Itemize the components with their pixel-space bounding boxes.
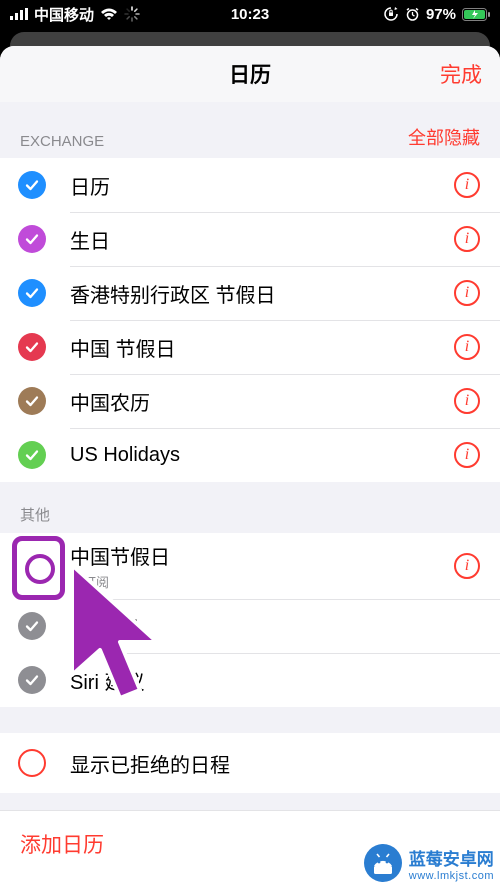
calendar-label: Siri 建议 [70, 666, 500, 695]
status-time: 10:23 [231, 6, 269, 23]
screen: 中国移动 10:23 [0, 0, 500, 889]
checkmark-icon[interactable] [18, 171, 46, 199]
calendar-row[interactable]: 中国节假日 已订阅 i [0, 533, 500, 599]
rotation-lock-icon [383, 6, 399, 22]
signal-icon [10, 8, 28, 20]
sheet-content: EXCHANGE 全部隐藏 日历 i 生日 i 香港特别行政区 节假日 i [0, 102, 500, 810]
section-header-exchange: EXCHANGE 全部隐藏 [0, 102, 500, 158]
add-calendar-button[interactable]: 添加日历 [20, 834, 104, 857]
info-icon[interactable]: i [454, 280, 480, 306]
calendars-sheet: 日历 完成 EXCHANGE 全部隐藏 日历 i 生日 i [0, 46, 500, 889]
info-icon[interactable]: i [454, 334, 480, 360]
info-icon[interactable]: i [454, 388, 480, 414]
wifi-icon [100, 8, 118, 21]
calendar-row[interactable]: 香港特别行政区 节假日 i [0, 266, 500, 320]
checkbox-unchecked[interactable] [18, 749, 46, 777]
calendar-row[interactable]: 生日 i [0, 212, 500, 266]
done-button[interactable]: 完成 [440, 59, 482, 89]
calendar-row[interactable]: 中国 节假日 i [0, 320, 500, 374]
info-icon[interactable]: i [454, 442, 480, 468]
calendar-row[interactable]: Siri 建议 [0, 653, 500, 707]
calendar-label: 生日 [100, 612, 500, 641]
calendar-label: 生日 [70, 225, 454, 254]
calendar-row[interactable]: 生日 [0, 599, 500, 653]
loading-spinner-icon [124, 6, 140, 22]
sheet-header: 日历 完成 [0, 46, 500, 102]
info-icon[interactable]: i [454, 553, 480, 579]
alarm-icon [405, 7, 420, 22]
battery-percent: 97% [426, 6, 456, 23]
checkmark-icon[interactable] [18, 612, 46, 640]
section-title: EXCHANGE [20, 133, 104, 150]
battery-icon [462, 8, 490, 21]
checkmark-icon[interactable] [18, 333, 46, 361]
other-list: 中国节假日 已订阅 i 生日 Siri 建议 [0, 533, 500, 707]
calendar-label: US Holidays [70, 444, 454, 467]
checkmark-icon[interactable] [18, 666, 46, 694]
watermark: 蓝莓安卓网 www.lmkjst.com [363, 843, 494, 883]
checkmark-icon[interactable] [18, 279, 46, 307]
watermark-logo-icon [363, 843, 403, 883]
calendar-label: 日历 [70, 171, 454, 200]
calendar-label: 中国节假日 [70, 541, 454, 570]
calendar-label: 香港特别行政区 节假日 [70, 279, 454, 308]
calendar-row[interactable]: 中国农历 i [0, 374, 500, 428]
calendar-row[interactable]: US Holidays i [0, 428, 500, 482]
show-declined-row[interactable]: 显示已拒绝的日程 [0, 733, 500, 793]
hide-all-button[interactable]: 全部隐藏 [408, 124, 480, 150]
watermark-url: www.lmkjst.com [409, 870, 494, 882]
gift-icon [70, 616, 90, 636]
checkmark-icon[interactable] [18, 441, 46, 469]
section-header-other: 其他 [0, 482, 500, 533]
checkmark-icon[interactable] [18, 225, 46, 253]
sheet-title: 日历 [229, 59, 271, 89]
section-title: 其他 [20, 504, 50, 525]
info-icon[interactable]: i [454, 172, 480, 198]
info-icon[interactable]: i [454, 226, 480, 252]
status-bar: 中国移动 10:23 [0, 0, 500, 28]
checkbox-unchecked[interactable] [18, 552, 46, 580]
calendar-sublabel: 已订阅 [70, 572, 454, 591]
exchange-list: 日历 i 生日 i 香港特别行政区 节假日 i 中国 节假日 i [0, 158, 500, 482]
calendar-row[interactable]: 日历 i [0, 158, 500, 212]
declined-list: 显示已拒绝的日程 [0, 733, 500, 793]
carrier-label: 中国移动 [34, 4, 94, 25]
calendar-label: 中国农历 [70, 387, 454, 416]
show-declined-label: 显示已拒绝的日程 [70, 749, 500, 778]
checkmark-icon[interactable] [18, 387, 46, 415]
calendar-label: 中国 节假日 [70, 333, 454, 362]
watermark-title: 蓝莓安卓网 [409, 845, 494, 870]
